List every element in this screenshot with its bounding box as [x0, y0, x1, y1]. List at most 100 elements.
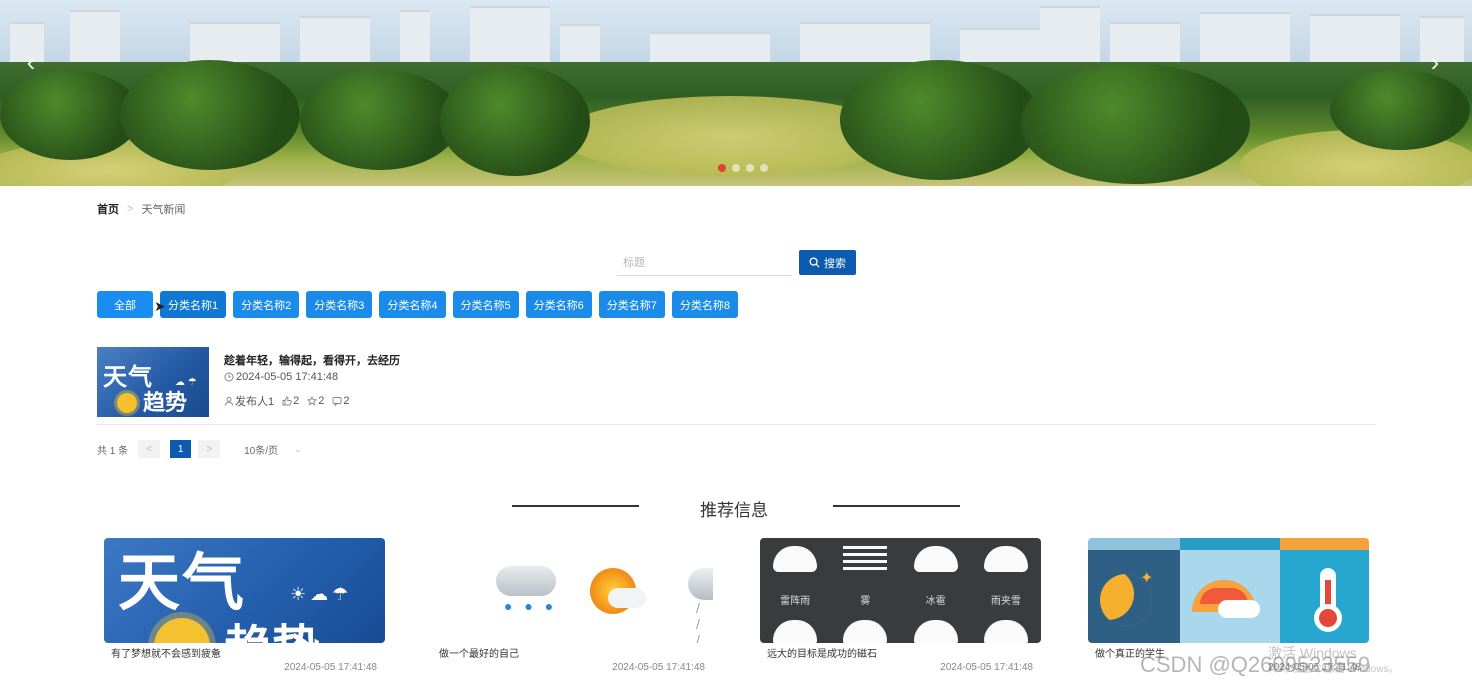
recommend-card-date: 2024-05-05 17:41:48: [612, 662, 705, 673]
category-button-1[interactable]: 分类名称1: [160, 291, 227, 318]
banner-building: [1040, 6, 1100, 62]
recommend-card-date: 2024-05-05 17:41:48: [284, 662, 377, 673]
weather-label: 雨夹雪: [990, 596, 1021, 607]
banner-tree: [0, 70, 140, 160]
recommend-card-image[interactable]: 雷阵雨 雾 冰雹 雨夹雪: [760, 538, 1041, 643]
search-button-label: 搜索: [824, 257, 846, 270]
category-all-button[interactable]: 全部: [97, 291, 153, 318]
banner-building: [650, 32, 770, 62]
news-favorites-count: 2: [318, 395, 325, 407]
pagination: 共 1 条 < 1 > 10条/页 ⌄: [97, 440, 302, 458]
banner-dot[interactable]: [732, 164, 740, 172]
sleet-icon: 雨夹雪: [980, 546, 1032, 607]
banner-dots: [718, 164, 768, 172]
banner-building: [1110, 22, 1180, 62]
recommend-line-right: [833, 505, 960, 507]
recommend-card-2[interactable]: ● ● ● / / / / 做一个最好的自己 2024-05-05 17:41:…: [432, 538, 713, 684]
news-meta: 发布人1 2 2 2: [224, 393, 350, 409]
cloud-icon: [910, 620, 962, 643]
news-likes-count: 2: [293, 395, 300, 407]
banner-tree: [840, 60, 1040, 180]
category-button-8[interactable]: 分类名称8: [671, 291, 738, 318]
star-icon: [307, 396, 318, 406]
breadcrumb-current: 天气新闻: [141, 204, 186, 216]
breadcrumb-separator: >: [127, 203, 134, 215]
color-strip: [1088, 538, 1369, 550]
thunderstorm-icon: 雷阵雨: [769, 546, 821, 607]
recommend-card-1[interactable]: 天气 ☀☁☂ 趋势 有了梦想就不会感到疲惫 2024-05-05 17:41:4…: [104, 538, 385, 684]
cloud-icon: [980, 620, 1032, 643]
news-time-text: 2024-05-05 17:41:48: [236, 371, 339, 383]
recommend-card-date: 2024-05-05 17:41:48: [940, 662, 1033, 673]
news-comments[interactable]: 2: [332, 395, 350, 407]
banner-tree: [300, 70, 460, 170]
recommend-card-image[interactable]: ✦: [1088, 538, 1369, 643]
recommend-card-caption[interactable]: 远大的目标是成功的磁石: [767, 645, 877, 660]
search-button[interactable]: 搜索: [799, 250, 856, 275]
clock-icon: [224, 372, 234, 382]
weather-label: 雾: [860, 596, 871, 607]
weather-icon-row: [760, 620, 1041, 643]
list-divider: [97, 424, 1376, 425]
banner-building: [960, 28, 1040, 62]
banner-building: [70, 10, 120, 62]
rain-drops-icon: / / / /: [696, 600, 703, 643]
pagination-page-1[interactable]: 1: [170, 440, 192, 458]
category-button-6[interactable]: 分类名称6: [525, 291, 592, 318]
category-button-7[interactable]: 分类名称7: [598, 291, 665, 318]
recommend-card-image-subtitle: 趋势: [224, 608, 320, 643]
recommend-line-left: [512, 505, 639, 507]
banner-building: [800, 22, 930, 62]
recommend-card-caption[interactable]: 做一个最好的自己: [439, 645, 519, 660]
news-favorites[interactable]: 2: [307, 395, 324, 407]
banner-carousel[interactable]: ‹ ›: [0, 0, 1472, 186]
banner-prev-arrow[interactable]: ‹: [18, 48, 44, 76]
news-thumbnail-subtitle: 趋势: [143, 390, 188, 415]
recommend-card-image[interactable]: 天气 ☀☁☂ 趋势: [104, 538, 385, 643]
banner-next-arrow[interactable]: ›: [1422, 48, 1448, 76]
weather-icon-row: 雷阵雨 雾 冰雹 雨夹雪: [760, 546, 1041, 607]
banner-dot-active[interactable]: [718, 164, 726, 172]
mouse-cursor-icon: ➤: [154, 298, 166, 314]
pagination-prev-button[interactable]: <: [138, 440, 161, 458]
banner-tree: [1330, 70, 1470, 150]
cloud-icon: [608, 588, 646, 608]
banner-tree: [120, 60, 300, 170]
banner-building: [560, 24, 600, 62]
recommend-card-3[interactable]: 雷阵雨 雾 冰雹 雨夹雪 远大的目标是成功的磁石 2024-05-05 17:4…: [760, 538, 1041, 684]
star-icon: ✦: [1140, 570, 1154, 587]
news-title-link[interactable]: 趁着年轻，输得起，看得开，去经历: [224, 352, 400, 368]
news-author: 发布人1: [224, 393, 274, 409]
comment-icon: [332, 397, 342, 406]
category-button-3[interactable]: 分类名称3: [306, 291, 373, 318]
recommend-card-image[interactable]: ● ● ● / / / /: [432, 538, 713, 643]
search-input[interactable]: [617, 251, 792, 276]
hail-icon: 冰雹: [910, 546, 962, 607]
recommend-title: 推荐信息: [700, 501, 768, 520]
cloud-icon: [839, 620, 891, 643]
news-author-name: 发布人1: [235, 396, 275, 408]
rain-drops-icon: ● ● ●: [504, 598, 558, 614]
category-button-5[interactable]: 分类名称5: [452, 291, 519, 318]
category-button-2[interactable]: 分类名称2: [233, 291, 300, 318]
banner-dot[interactable]: [760, 164, 768, 172]
search-icon: [809, 257, 820, 268]
news-comments-count: 2: [343, 395, 350, 407]
category-button-4[interactable]: 分类名称4: [379, 291, 446, 318]
pagination-next-button[interactable]: >: [198, 440, 221, 458]
news-likes[interactable]: 2: [282, 395, 299, 407]
banner-building: [1200, 12, 1290, 62]
user-icon: [224, 396, 234, 406]
page-size-value: 10条/页: [244, 445, 279, 457]
page-size-select[interactable]: 10条/页 ⌄: [244, 442, 301, 457]
news-thumbnail[interactable]: 天气 ☁ ☂ 趋势: [97, 347, 209, 417]
recommend-card-caption[interactable]: 有了梦想就不会感到疲惫: [111, 645, 221, 660]
banner-building: [400, 10, 430, 62]
chevron-down-icon: ⌄: [294, 443, 302, 454]
banner-building: [190, 22, 280, 62]
breadcrumb-home-link[interactable]: 首页: [97, 201, 119, 217]
csdn-watermark: CSDN @Q2609523559: [1140, 652, 1371, 677]
banner-dot[interactable]: [746, 164, 754, 172]
banner-building: [300, 16, 370, 62]
banner-building: [470, 6, 550, 62]
